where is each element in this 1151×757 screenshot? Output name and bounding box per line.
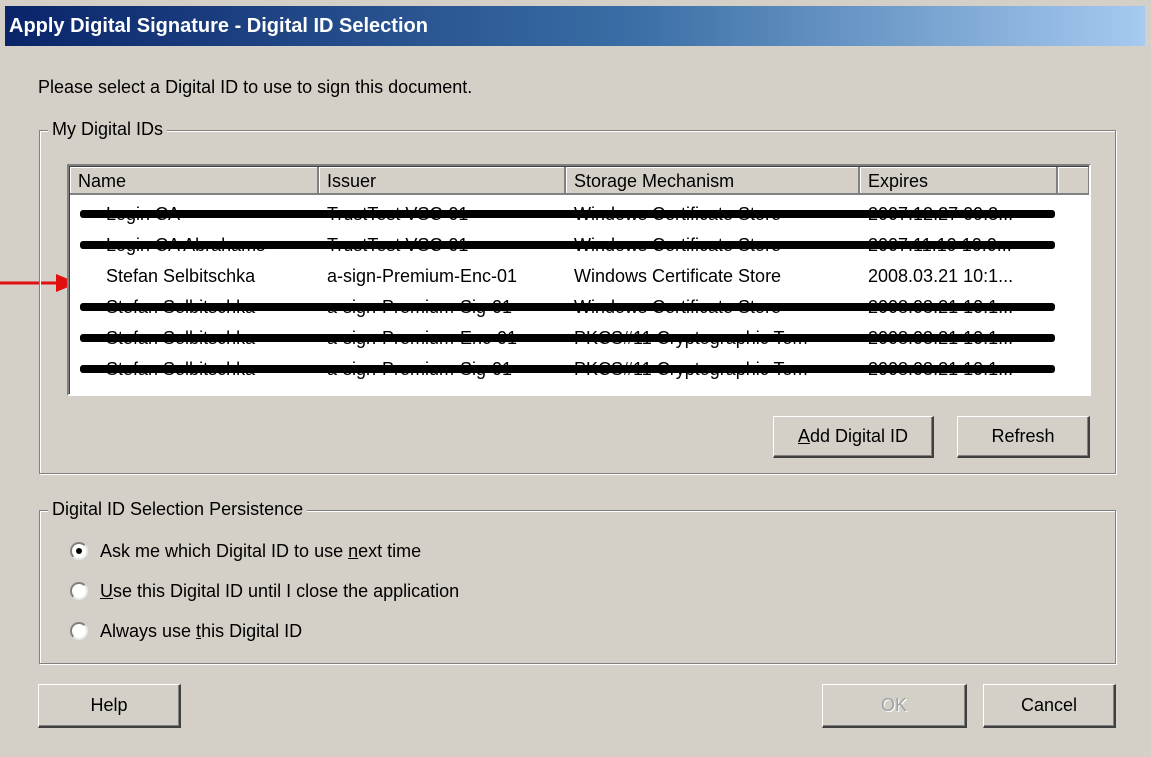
ok-button[interactable]: OK (822, 684, 967, 728)
column-header-name[interactable]: Name (70, 167, 319, 195)
persistence-option-label: Ask me which Digital ID to use next time (100, 538, 421, 564)
persistence-option-label: Use this Digital ID until I close the ap… (100, 578, 459, 604)
redaction-line (80, 365, 1055, 373)
window-title[interactable]: Apply Digital Signature - Digital ID Sel… (5, 6, 1145, 46)
radio-button[interactable] (70, 582, 88, 600)
selection-persistence-label: Digital ID Selection Persistence (48, 499, 308, 520)
label-text: Always use (100, 621, 197, 641)
digital-id-row[interactable]: Stefan Selbitschka a-sign-Premium-Enc-01 W… (70, 261, 1086, 291)
redaction-line (80, 334, 1055, 342)
redaction-line (80, 303, 1055, 311)
help-button[interactable]: Help (38, 684, 181, 728)
column-header-expires[interactable]: Expires (860, 167, 1058, 195)
column-header-issuer[interactable]: Issuer (319, 167, 566, 195)
radio-button[interactable] (70, 622, 88, 640)
instruction-text: Please select a Digital ID to use to sig… (38, 77, 473, 97)
cancel-button[interactable]: Cancel (983, 684, 1116, 728)
my-digital-ids-group: My Digital IDs Name Issuer Storage Mecha… (39, 119, 1116, 474)
label-text: Ask me which Digital ID to use (100, 541, 349, 561)
refresh-button[interactable]: Refresh (957, 416, 1090, 458)
radio-button-checked[interactable] (70, 542, 88, 560)
selection-persistence-group: Digital ID Selection Persistence Ask me … (39, 499, 1116, 664)
label-text: his Digital ID (201, 621, 303, 641)
column-header-storage-mechanism[interactable]: Storage Mechanism (566, 167, 860, 195)
cell-name: Stefan Selbitschka (106, 266, 256, 286)
label-text: se this Digital ID until I close the app… (113, 581, 460, 601)
digital-id-row[interactable]: Stefan Selbitschkaa-sign-Premium-Sig-01W… (70, 292, 1086, 322)
cell-storage: Windows Certificate Store (574, 266, 782, 286)
label-text: ext time (358, 541, 422, 561)
digital-id-row[interactable]: Login CA AbrahamsTrustTest VSC-01Windows… (70, 230, 1086, 260)
accelerator-key: n (348, 541, 359, 561)
redaction-line (80, 210, 1055, 218)
cell-expires: 2008.03.21 10:1... (868, 266, 1014, 286)
digital-id-row[interactable]: Login CATrustTest VSC-01Windows Certific… (70, 199, 1086, 229)
column-header-filler (1058, 167, 1089, 195)
redaction-line (80, 241, 1055, 249)
digital-id-list[interactable]: Name Issuer Storage Mechanism Expires Lo… (67, 164, 1091, 396)
digital-id-row[interactable]: Stefan Selbitschkaa-sign-Premium-Sig-01P… (70, 354, 1086, 384)
digital-id-selection-dialog: Apply Digital Signature - Digital ID Sel… (0, 0, 1151, 757)
my-digital-ids-label: My Digital IDs (48, 119, 168, 140)
cell-issuer: a-sign-Premium-Enc-01 (327, 266, 518, 286)
persistence-option-label: Always use this Digital ID (100, 618, 302, 644)
digital-id-row[interactable]: Stefan Selbitschkaa-sign-Premium-Enc-01P… (70, 323, 1086, 353)
add-digital-id-button[interactable]: Add Digital ID (773, 416, 934, 458)
accelerator-key: U (100, 581, 113, 601)
